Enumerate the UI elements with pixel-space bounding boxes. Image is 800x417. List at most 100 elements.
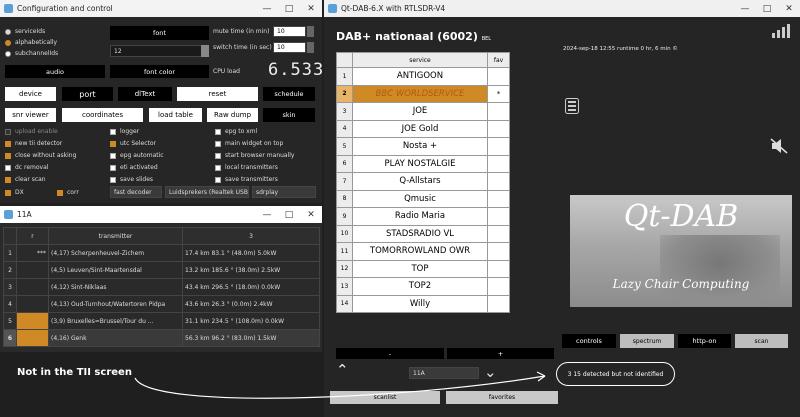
raw-dump-button[interactable]: Raw dump — [207, 108, 258, 122]
service-row[interactable]: 11 TOMORROWLAND OWR — [336, 242, 510, 261]
controls-button[interactable]: controls — [562, 334, 616, 348]
chevron-down-icon[interactable]: ⌄ — [484, 363, 497, 381]
maximize-icon[interactable]: □ — [278, 206, 300, 223]
row-number-cell: 4 — [3, 295, 17, 313]
local-transmitters-checkbox[interactable]: local transmitters — [215, 164, 278, 171]
device-button[interactable]: device — [5, 87, 56, 101]
dc-removal-checkbox[interactable]: dc removal — [5, 164, 48, 171]
close-icon[interactable]: ✕ — [778, 0, 800, 17]
load-table-button[interactable]: load table — [149, 108, 202, 122]
service-number-cell: 9 — [336, 207, 353, 226]
utc-selector-checkbox[interactable]: utc Selector — [110, 140, 156, 147]
port-button[interactable]: port — [62, 87, 113, 101]
service-row[interactable]: 3 JOE — [336, 102, 510, 121]
service-row[interactable]: 2 BBC WORLDSERVICE * — [336, 84, 510, 103]
table-row[interactable]: 3 (4,12) Sint-Niklaas 43.4 km 296.5 ° (18.… — [3, 278, 320, 296]
save-slides-checkbox[interactable]: save slides — [110, 176, 153, 183]
main-window-controls: — □ ✕ — [734, 0, 800, 17]
info-cell: 31.1 km 234.5 ° (108.0m) 0.0kW — [182, 312, 320, 330]
service-row[interactable]: 10 STADSRADIO VL — [336, 224, 510, 243]
tii-detector-checkbox[interactable]: new tii detector — [5, 140, 62, 147]
favorites-button[interactable]: favorites — [446, 391, 558, 404]
switch-time-input[interactable]: 10 — [273, 42, 306, 53]
dltext-button[interactable]: dlText — [118, 87, 172, 101]
save-transmitters-checkbox[interactable]: save transmitters — [215, 176, 278, 183]
channel-select[interactable]: 11A — [409, 367, 479, 379]
service-number-cell: 5 — [336, 137, 353, 156]
font-button[interactable]: font — [110, 26, 209, 40]
radio-alphabetically[interactable]: alphabetically — [5, 39, 57, 46]
minimize-icon[interactable]: — — [734, 0, 756, 17]
skin-button[interactable]: skin — [263, 108, 315, 122]
main-window: Qt-DAB-6.X with RTLSDR-V4 — □ ✕ DAB+ nat… — [324, 0, 800, 417]
maximize-icon[interactable]: □ — [756, 0, 778, 17]
radio-serviceids[interactable]: serviceIds — [5, 28, 45, 35]
snr-viewer-button[interactable]: snr viewer — [5, 108, 56, 122]
minimize-icon[interactable]: — — [256, 0, 278, 17]
scanlist-button[interactable]: scanlist — [330, 391, 440, 404]
eti-activated-checkbox[interactable]: eti activated — [110, 164, 158, 171]
font-size-field[interactable]: 12 — [110, 45, 209, 57]
switch-spinner[interactable] — [307, 42, 314, 53]
scan-button[interactable]: scan — [735, 334, 788, 348]
plus-button[interactable]: + — [447, 348, 554, 359]
epg-automatic-checkbox[interactable]: epg automatic — [110, 152, 164, 159]
table-row[interactable]: 1 *** (4,17) Scherpenheuvel-Zichem 17.4 km … — [3, 244, 320, 262]
main-title: Qt-DAB-6.X with RTLSDR-V4 — [341, 4, 446, 13]
service-row[interactable]: 6 PLAY NOSTALGIE — [336, 154, 510, 173]
table-row[interactable]: 6 (4,16) Genk 56.3 km 96.2 ° (83.0m) 1.5kW — [3, 329, 320, 347]
service-row[interactable]: 14 Willy — [336, 294, 510, 313]
app-icon — [328, 4, 337, 13]
table-row[interactable]: 5 (3,9) Bruxelles=Brussel/Tour du ... 31.1… — [3, 312, 320, 330]
service-row[interactable]: 13 TOP2 — [336, 277, 510, 296]
radio-subchannelids[interactable]: subchannelIds — [5, 50, 58, 57]
font-color-button[interactable]: font color — [110, 65, 209, 78]
r-cell — [16, 261, 49, 279]
clear-scan-checkbox[interactable]: clear scan — [5, 176, 46, 183]
dx-checkbox[interactable]: DX — [5, 189, 24, 196]
service-fav-cell — [487, 294, 510, 313]
font-size-scroll[interactable] — [201, 45, 209, 57]
mute-spinner[interactable] — [307, 26, 314, 37]
close-icon[interactable]: ✕ — [300, 206, 322, 223]
maximize-icon[interactable]: □ — [278, 0, 300, 17]
service-row[interactable]: 5 Nosta + — [336, 137, 510, 156]
coordinates-button[interactable]: coordinates — [62, 108, 143, 122]
datetime-display: 2024-sep-18 12:55 runtime 0 hr, 6 min © — [563, 46, 678, 52]
mute-icon[interactable] — [770, 138, 788, 154]
minimize-icon[interactable]: — — [256, 206, 278, 223]
row-number-cell: 6 — [3, 329, 17, 347]
audio-output-select[interactable]: Luidsprekers (Realtek USB2.0 — [165, 186, 249, 198]
table-row[interactable]: 2 (4,5) Leuven/Sint-Maartensdal 13.2 km 18… — [3, 261, 320, 279]
service-name-cell: Radio Maria — [352, 207, 488, 226]
mute-time-input[interactable]: 10 — [273, 26, 306, 37]
corr-checkbox[interactable]: corr — [57, 189, 79, 196]
reset-button[interactable]: reset — [177, 87, 258, 101]
service-number-cell: 13 — [336, 277, 353, 296]
service-row[interactable]: 9 Radio Maria — [336, 207, 510, 226]
service-fav-cell — [487, 189, 510, 208]
epg-xml-checkbox[interactable]: epg to xml — [215, 128, 257, 135]
spectrum-button[interactable]: spectrum — [620, 334, 674, 348]
decoder-select[interactable]: fast decoder — [110, 186, 162, 198]
main-widget-top-checkbox[interactable]: main widget on top — [215, 140, 283, 147]
row-number-cell: 1 — [3, 244, 17, 262]
service-row[interactable]: 4 JOE Gold — [336, 119, 510, 138]
close-without-asking-checkbox[interactable]: close without asking — [5, 152, 76, 159]
epg-icon[interactable] — [565, 98, 579, 114]
audio-button[interactable]: audio — [5, 65, 105, 78]
close-icon[interactable]: ✕ — [300, 0, 322, 17]
service-row[interactable]: 8 Qmusic — [336, 189, 510, 208]
chevron-up-icon[interactable]: ⌃ — [336, 361, 349, 379]
logger-checkbox[interactable]: logger — [110, 128, 139, 135]
minus-button[interactable]: - — [336, 348, 444, 359]
upload-enable-checkbox[interactable]: upload enable — [5, 128, 58, 135]
http-button[interactable]: http-on — [678, 334, 731, 348]
service-row[interactable]: 7 Q-Allstars — [336, 172, 510, 191]
schedule-button[interactable]: schedule — [263, 87, 315, 101]
service-row[interactable]: 1 ANTIGOON — [336, 67, 510, 86]
device-select[interactable]: sdrplay — [252, 186, 316, 198]
table-row[interactable]: 4 (4,13) Oud-Turnhout/Watertoren Pidpa 43.… — [3, 295, 320, 313]
browser-manual-checkbox[interactable]: start browser manually — [215, 152, 294, 159]
service-row[interactable]: 12 TOP — [336, 259, 510, 278]
